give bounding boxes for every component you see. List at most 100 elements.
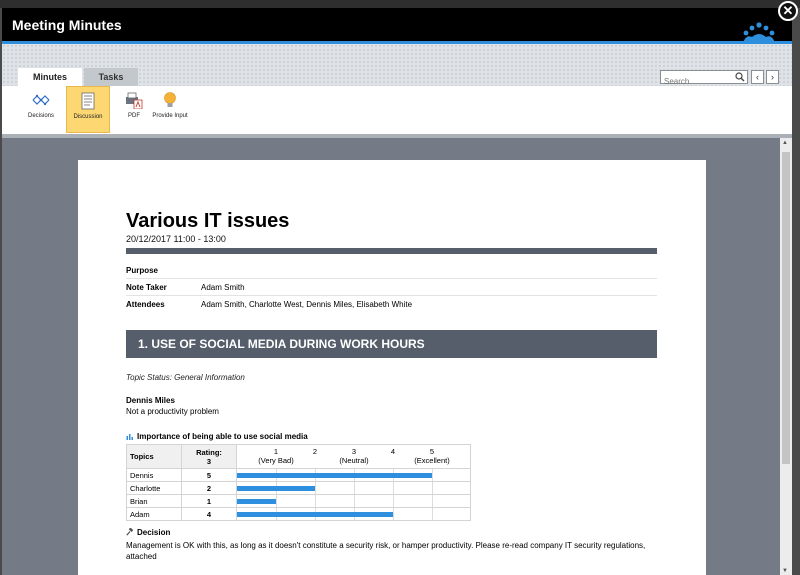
grid-line [276, 495, 277, 507]
search-box [660, 70, 748, 88]
minutes-page: Various IT issues 20/12/2017 11:00 - 13:… [78, 160, 706, 575]
section-heading: 1. USE OF SOCIAL MEDIA DURING WORK HOURS [126, 330, 657, 358]
decision-heading: Decision [137, 528, 171, 537]
bar-chart-icon [126, 434, 133, 440]
app-frame: Meeting Minutes Minutes Tasks ‹ [0, 0, 800, 575]
scale-tick-5: 5 (Excellent) [414, 447, 449, 465]
rating-header-label: Rating: [196, 447, 222, 457]
scrollbar-thumb[interactable] [782, 152, 790, 464]
rating-row: Charlotte 2 [126, 481, 471, 495]
discussion-button[interactable]: Discussion [66, 86, 110, 133]
rating-header: Rating: 3 [181, 444, 237, 469]
info-value [201, 262, 657, 279]
grid-line [315, 495, 316, 507]
scale-tick-label: (Excellent) [414, 456, 450, 465]
scroll-down-icon[interactable]: ▼ [782, 568, 788, 574]
grid-line [315, 482, 316, 494]
rating-row-name: Dennis [126, 468, 182, 482]
provide-input-button[interactable]: Provide Input [148, 86, 192, 133]
decision-heading-row: Decision [126, 528, 657, 537]
decisions-icon [32, 94, 50, 106]
logo-icon [743, 22, 775, 43]
rating-row-name: Brian [126, 494, 182, 508]
title-bar: Meeting Minutes [2, 8, 792, 43]
rating-bar-dennis [237, 473, 432, 478]
rating-row-value: 5 [181, 468, 237, 482]
lightbulb-icon [164, 92, 176, 107]
close-button[interactable]: ✕ [778, 1, 798, 21]
rating-bar-adam [237, 512, 393, 517]
decisions-button[interactable]: Decisions [19, 86, 63, 133]
next-button[interactable]: › [766, 70, 779, 84]
rating-bar-charlotte [237, 486, 315, 491]
discussion-icon [81, 92, 95, 110]
grid-line [393, 495, 394, 507]
scale-tick-number: 3 [351, 447, 357, 456]
rating-bar-cell [236, 494, 471, 508]
scale-tick-number: 4 [390, 447, 396, 456]
rating-title-row: Importance of being able to use social m… [126, 432, 657, 441]
decisions-label: Decisions [27, 113, 54, 119]
gavel-icon [126, 528, 134, 536]
rating-row-name: Charlotte [126, 481, 182, 495]
info-row: Note Taker Adam Smith [126, 278, 657, 296]
scale-tick-2: 2 [313, 447, 317, 456]
rating-table: Topics Rating: 3 1 (Very Bad) 2 3 (Neutral) 4… [126, 444, 471, 521]
prev-button[interactable]: ‹ [751, 70, 764, 84]
rating-row-value: 2 [181, 481, 237, 495]
scale-tick-1: 1 (Very Bad) [258, 447, 293, 465]
meeting-title: Various IT issues [126, 210, 290, 232]
window-title: Meeting Minutes [12, 17, 122, 33]
document-viewport[interactable]: Various IT issues 20/12/2017 11:00 - 13:… [2, 138, 780, 575]
provide-input-label: Provide Input [152, 113, 188, 119]
scale-tick-3: 3 (Neutral) [339, 447, 368, 465]
vertical-scrollbar[interactable]: ▲ ▼ [780, 138, 792, 575]
info-row: Attendees Adam Smith, Charlotte West, De… [126, 296, 657, 313]
grid-line [354, 495, 355, 507]
rating-header-value: 3 [206, 456, 212, 466]
search-icon[interactable] [735, 72, 745, 82]
rating-row-name: Adam [126, 507, 182, 521]
rating-title: Importance of being able to use social m… [137, 432, 308, 441]
rating-row-value: 1 [181, 494, 237, 508]
rating-row: Brian 1 [126, 494, 471, 508]
scale-tick-number: 2 [312, 447, 318, 456]
grid-line [393, 508, 394, 520]
info-value: Adam Smith [201, 278, 657, 296]
rating-row-value: 4 [181, 507, 237, 521]
grid-line [432, 482, 433, 494]
rating-bar-cell [236, 481, 471, 495]
rating-bar-cell [236, 507, 471, 521]
meeting-info-table: Purpose Note Taker Adam Smith Attendees … [126, 262, 657, 312]
tab-minutes[interactable]: Minutes [18, 68, 82, 86]
scale-tick-label: (Neutral) [339, 456, 369, 465]
meeting-date: 20/12/2017 11:00 - 13:00 [126, 234, 226, 244]
document-body: Various IT issues 20/12/2017 11:00 - 13:… [126, 210, 657, 562]
top-strip [0, 0, 800, 8]
speaker-name: Dennis Miles [126, 396, 175, 405]
pdf-icon [126, 92, 143, 109]
scale-tick-4: 4 [391, 447, 395, 456]
rating-bar-cell [236, 468, 471, 482]
rating-bar-brian [237, 499, 276, 504]
rating-row: Dennis 5 [126, 468, 471, 482]
info-key: Purpose [126, 262, 201, 279]
tab-tasks[interactable]: Tasks [84, 68, 138, 86]
info-key: Attendees [126, 300, 165, 309]
title-rule [126, 248, 657, 254]
info-row: Purpose [126, 262, 657, 279]
rating-row: Adam 4 [126, 507, 471, 521]
meeting-minutes-window: Meeting Minutes Minutes Tasks ‹ [2, 8, 792, 575]
rating-header-row: Topics Rating: 3 1 (Very Bad) 2 3 (Neutral) 4… [126, 444, 471, 469]
topic-status: Topic Status: General Information [126, 373, 245, 382]
topics-header: Topics [126, 444, 182, 469]
discussion-label: Discussion [73, 114, 103, 120]
scroll-up-icon[interactable]: ▲ [782, 140, 788, 146]
grid-line [393, 482, 394, 494]
grid-line [432, 495, 433, 507]
scale-tick-number: 1 [273, 447, 279, 456]
speaker-comment: Not a productivity problem [126, 407, 219, 416]
rating-scale: 1 (Very Bad) 2 3 (Neutral) 4 5 (Excellent) [236, 444, 471, 469]
grid-line [432, 469, 433, 481]
ribbon-toolbar: Decisions Discussion PDF Provide Input [2, 86, 792, 136]
